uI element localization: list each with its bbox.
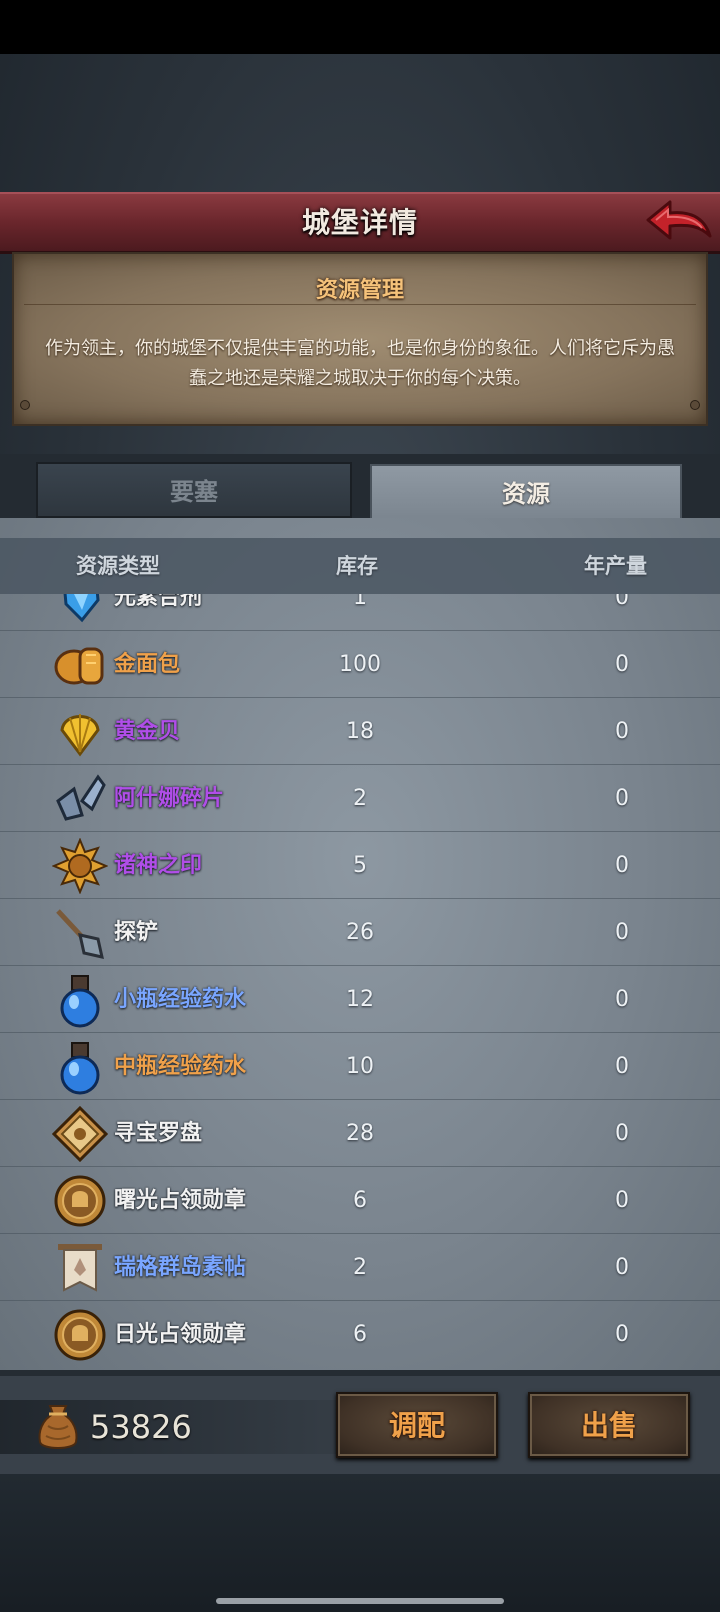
resource-name: 寻宝罗盘	[114, 1121, 203, 1146]
resource-stock: 18	[346, 719, 374, 744]
info-description: 作为领主，你的城堡不仅提供丰富的功能，也是你身份的象征。人们将它斥为愚蠢之地还是…	[45, 338, 675, 389]
resource-name: 探铲	[114, 920, 159, 945]
home-indicator[interactable]	[216, 1598, 504, 1604]
resource-yield: 0	[615, 786, 629, 811]
allocate-button[interactable]: 调配	[336, 1392, 498, 1458]
info-title: 资源管理	[315, 278, 404, 303]
resource-yield: 0	[615, 853, 629, 878]
table-row[interactable]: 小瓶经验药水 12 0	[0, 966, 720, 1033]
resource-stock: 6	[353, 1188, 367, 1213]
table-row[interactable]: 曙光占领勋章 6 0	[0, 1167, 720, 1234]
potion-medium-icon	[52, 1039, 108, 1095]
resource-stock: 6	[353, 1322, 367, 1347]
seal-icon	[51, 837, 109, 895]
resource-stock: 5	[353, 853, 367, 878]
resource-stock: 100	[339, 652, 381, 677]
resource-name: 日光占领勋章	[114, 1322, 247, 1347]
resource-stock: 28	[346, 1121, 374, 1146]
back-button[interactable]	[644, 196, 714, 250]
potion-small-icon	[52, 972, 108, 1028]
header-type: 资源类型	[76, 554, 160, 578]
resource-yield: 0	[615, 987, 629, 1012]
gold-amount: 53826	[90, 1408, 192, 1446]
resource-yield: 0	[615, 719, 629, 744]
resource-stock: 12	[346, 987, 374, 1012]
resource-stock: 26	[346, 920, 374, 945]
header-stock: 库存	[336, 554, 378, 578]
sell-button[interactable]: 出售	[528, 1392, 690, 1458]
resource-yield: 0	[615, 1255, 629, 1280]
table-row[interactable]: 探铲 26 0	[0, 899, 720, 966]
divider	[24, 304, 696, 305]
table-row[interactable]: 元素合剂 1 0	[0, 594, 720, 631]
table-row[interactable]: 日光占领勋章 6 0	[0, 1301, 720, 1366]
resource-name: 曙光占领勋章	[114, 1188, 247, 1213]
compass-icon	[51, 1105, 109, 1163]
status-bar	[0, 0, 720, 54]
stud-icon	[690, 400, 700, 410]
table-row[interactable]: 阿什娜碎片 2 0	[0, 765, 720, 832]
shard-icon	[52, 771, 108, 827]
resource-yield: 0	[615, 594, 629, 610]
table-row[interactable]: 中瓶经验药水 10 0	[0, 1033, 720, 1100]
resource-name: 小瓶经验药水	[114, 987, 247, 1012]
table-row[interactable]: 诸神之印 5 0	[0, 832, 720, 899]
header-yield: 年产量	[584, 554, 647, 578]
tab-resources[interactable]: 资源	[370, 464, 682, 520]
info-panel: 资源管理 作为领主，你的城堡不仅提供丰富的功能，也是你身份的象征。人们将它斥为愚…	[12, 252, 708, 426]
shell-icon	[52, 704, 108, 760]
table-header: 资源类型 库存 年产量	[0, 538, 720, 594]
resource-name: 黄金贝	[114, 719, 181, 744]
header-banner: 城堡详情	[0, 192, 720, 254]
resource-yield: 0	[615, 920, 629, 945]
resource-yield: 0	[615, 1322, 629, 1347]
shovel-icon	[52, 905, 108, 961]
resource-stock: 1	[353, 594, 367, 610]
bread-icon	[52, 637, 108, 693]
resource-name: 中瓶经验药水	[114, 1054, 247, 1079]
back-arrow-icon	[646, 200, 712, 240]
resource-stock: 2	[353, 1255, 367, 1280]
table-row[interactable]: 黄金贝 18 0	[0, 698, 720, 765]
resource-yield: 0	[615, 1188, 629, 1213]
resource-name: 瑞格群岛素帖	[114, 1255, 247, 1280]
resource-stock: 2	[353, 786, 367, 811]
resource-yield: 0	[615, 652, 629, 677]
crystal-icon	[52, 594, 108, 626]
resource-name: 金面包	[114, 652, 181, 677]
resource-list[interactable]: 元素合剂 1 0 金面包 100 0 黄金贝 18 0 阿什娜碎片 2 0 诸神之印 5 0 探铲 26 0 小瓶经…	[0, 594, 720, 1366]
medal-icon	[52, 1307, 108, 1363]
table-row[interactable]: 瑞格群岛素帖 2 0	[0, 1234, 720, 1301]
bottom-area	[0, 1474, 720, 1612]
gold-sack-icon	[36, 1400, 80, 1452]
resource-yield: 0	[615, 1054, 629, 1079]
table-row[interactable]: 金面包 100 0	[0, 631, 720, 698]
tab-fortress[interactable]: 要塞	[36, 462, 352, 518]
resource-name: 元素合剂	[114, 594, 203, 610]
medal-icon	[52, 1173, 108, 1229]
resource-name: 诸神之印	[114, 853, 203, 878]
resource-stock: 10	[346, 1054, 374, 1079]
table-row[interactable]: 寻宝罗盘 28 0	[0, 1100, 720, 1167]
resource-name: 阿什娜碎片	[114, 786, 225, 811]
resource-yield: 0	[615, 1121, 629, 1146]
stud-icon	[20, 400, 30, 410]
banner-icon	[52, 1240, 108, 1296]
page-title: 城堡详情	[301, 206, 418, 239]
